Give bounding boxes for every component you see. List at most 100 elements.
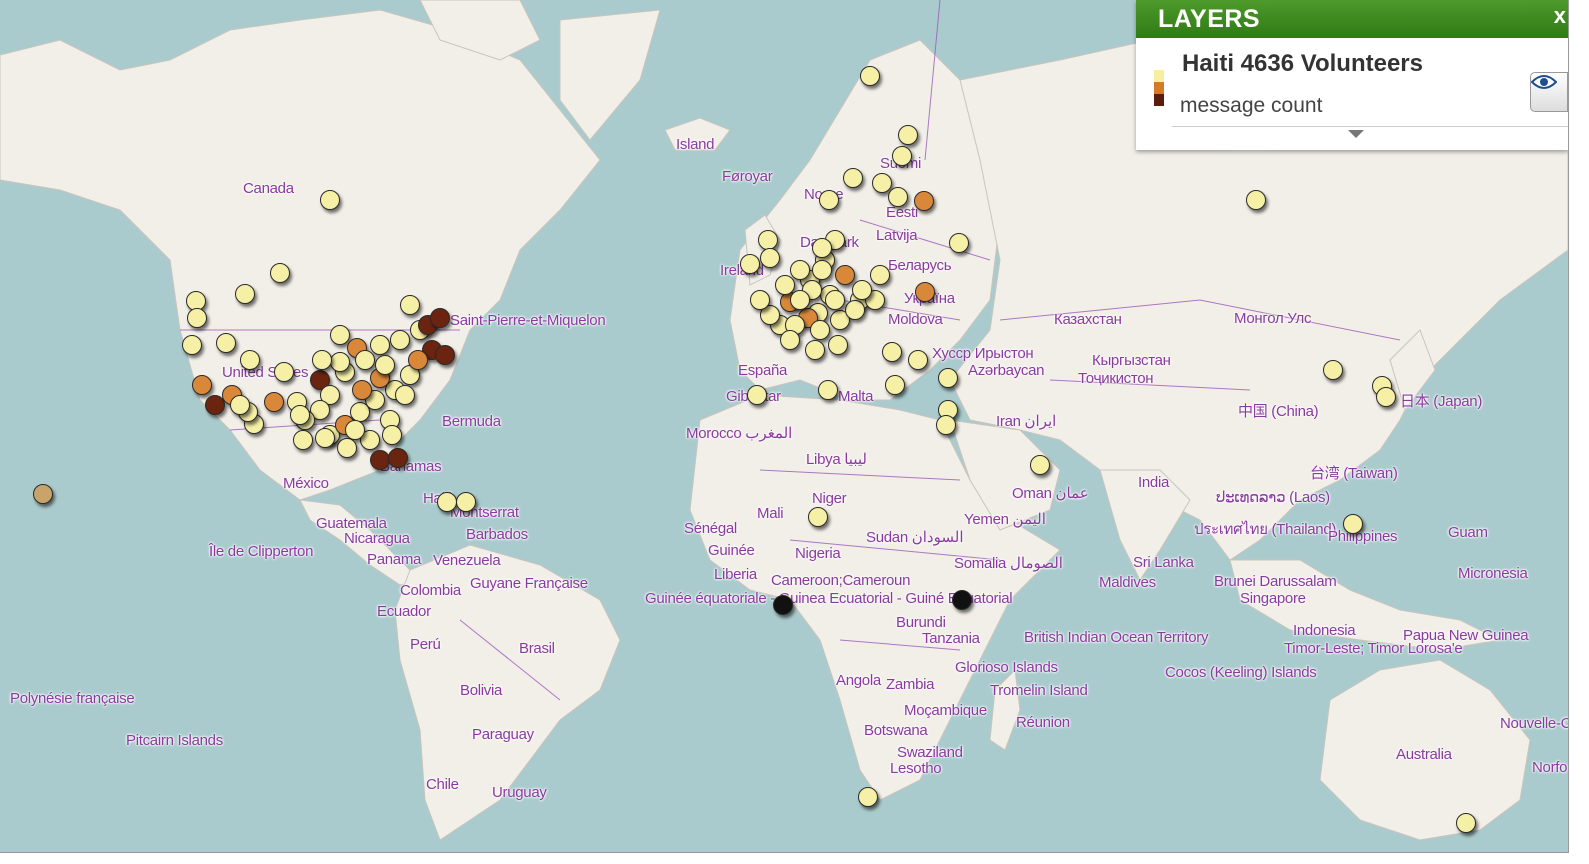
- map-marker[interactable]: [790, 260, 810, 280]
- map-marker[interactable]: [845, 300, 865, 320]
- map-label: Moldova: [888, 311, 943, 328]
- map-label: Micronesia: [1458, 565, 1528, 582]
- map-marker[interactable]: [330, 325, 350, 345]
- map-marker[interactable]: [1246, 190, 1266, 210]
- layers-panel: LAYERS x Haiti 4636 Volunteers message c…: [1136, 0, 1568, 150]
- map-marker[interactable]: [345, 420, 365, 440]
- map-marker[interactable]: [870, 265, 890, 285]
- map-marker[interactable]: [1343, 514, 1363, 534]
- map-marker[interactable]: [395, 385, 415, 405]
- map-marker[interactable]: [456, 492, 476, 512]
- map-marker[interactable]: [312, 350, 332, 370]
- map-marker[interactable]: [187, 308, 207, 328]
- map-marker[interactable]: [843, 168, 863, 188]
- map-marker[interactable]: [858, 787, 878, 807]
- map-marker[interactable]: [352, 380, 372, 400]
- map-marker[interactable]: [860, 66, 880, 86]
- map-label: Tromelin Island: [990, 682, 1088, 699]
- map-marker[interactable]: [949, 233, 969, 253]
- map-marker[interactable]: [290, 405, 310, 425]
- map-marker[interactable]: [315, 428, 335, 448]
- map-marker[interactable]: [230, 395, 250, 415]
- map-marker[interactable]: [437, 492, 457, 512]
- map-marker[interactable]: [812, 260, 832, 280]
- map-marker[interactable]: [388, 448, 408, 468]
- map-marker[interactable]: [852, 280, 872, 300]
- map-marker[interactable]: [240, 350, 260, 370]
- map-marker[interactable]: [810, 320, 830, 340]
- map-marker[interactable]: [192, 375, 212, 395]
- map-label: Panama: [367, 551, 422, 568]
- map-marker[interactable]: [898, 125, 918, 145]
- map-label: Niger: [812, 490, 847, 507]
- map-marker[interactable]: [390, 330, 410, 350]
- map-marker[interactable]: [825, 290, 845, 310]
- map-marker[interactable]: [370, 335, 390, 355]
- map-marker[interactable]: [435, 345, 455, 365]
- map-label: Хусср Ирыстон: [932, 345, 1034, 362]
- map-label: British Indian Ocean Territory: [1024, 629, 1209, 646]
- map-marker[interactable]: [773, 595, 793, 615]
- map-marker[interactable]: [818, 380, 838, 400]
- map-marker[interactable]: [330, 352, 350, 372]
- map-marker[interactable]: [408, 350, 428, 370]
- legend-color-ramp: [1154, 70, 1164, 106]
- map-marker[interactable]: [235, 284, 255, 304]
- map-marker[interactable]: [320, 190, 340, 210]
- map-marker[interactable]: [216, 333, 236, 353]
- map-marker[interactable]: [1456, 813, 1476, 833]
- map-marker[interactable]: [375, 355, 395, 375]
- map-marker[interactable]: [370, 450, 390, 470]
- map-marker[interactable]: [914, 191, 934, 211]
- map-marker[interactable]: [882, 342, 902, 362]
- map-marker[interactable]: [758, 230, 778, 250]
- map-marker[interactable]: [337, 438, 357, 458]
- map-marker[interactable]: [355, 350, 375, 370]
- map-label: Maldives: [1099, 574, 1156, 591]
- map-marker[interactable]: [1323, 360, 1343, 380]
- map-marker[interactable]: [780, 330, 800, 350]
- map-marker[interactable]: [270, 263, 290, 283]
- map-marker[interactable]: [790, 290, 810, 310]
- map-marker[interactable]: [938, 368, 958, 388]
- layers-panel-header[interactable]: LAYERS: [1136, 0, 1568, 38]
- chevron-down-icon[interactable]: [1348, 130, 1364, 138]
- visibility-toggle-button[interactable]: [1530, 72, 1568, 112]
- map-marker[interactable]: [936, 415, 956, 435]
- map-marker[interactable]: [828, 335, 848, 355]
- map-marker[interactable]: [274, 362, 294, 382]
- map-marker[interactable]: [430, 308, 450, 328]
- world-map[interactable]: Canada Island Føroyar Ireland Saint-Pier…: [0, 0, 1569, 853]
- map-marker[interactable]: [740, 254, 760, 274]
- map-marker[interactable]: [182, 335, 202, 355]
- map-marker[interactable]: [888, 187, 908, 207]
- map-marker[interactable]: [908, 350, 928, 370]
- map-marker[interactable]: [812, 238, 832, 258]
- map-marker[interactable]: [885, 375, 905, 395]
- map-label: Angola: [836, 672, 881, 689]
- map-marker[interactable]: [400, 295, 420, 315]
- map-label: Тоҷикистон: [1078, 370, 1154, 387]
- map-marker[interactable]: [819, 190, 839, 210]
- map-label: Mali: [757, 505, 784, 522]
- map-marker[interactable]: [747, 385, 767, 405]
- map-marker[interactable]: [892, 146, 912, 166]
- legend-color-low: [1154, 70, 1164, 82]
- map-label: Bermuda: [442, 413, 501, 430]
- map-marker[interactable]: [33, 484, 53, 504]
- map-marker[interactable]: [750, 290, 770, 310]
- map-marker[interactable]: [293, 430, 313, 450]
- map-marker[interactable]: [805, 340, 825, 360]
- map-marker[interactable]: [760, 248, 780, 268]
- map-marker[interactable]: [1376, 387, 1396, 407]
- map-marker[interactable]: [264, 392, 284, 412]
- close-icon[interactable]: x: [1554, 2, 1566, 30]
- map-label: Swaziland: [897, 744, 963, 761]
- map-marker[interactable]: [915, 282, 935, 302]
- map-marker[interactable]: [952, 590, 972, 610]
- map-marker[interactable]: [808, 507, 828, 527]
- map-marker[interactable]: [382, 425, 402, 445]
- map-marker[interactable]: [835, 265, 855, 285]
- map-marker[interactable]: [1030, 455, 1050, 475]
- map-label: Sénégal: [684, 520, 737, 537]
